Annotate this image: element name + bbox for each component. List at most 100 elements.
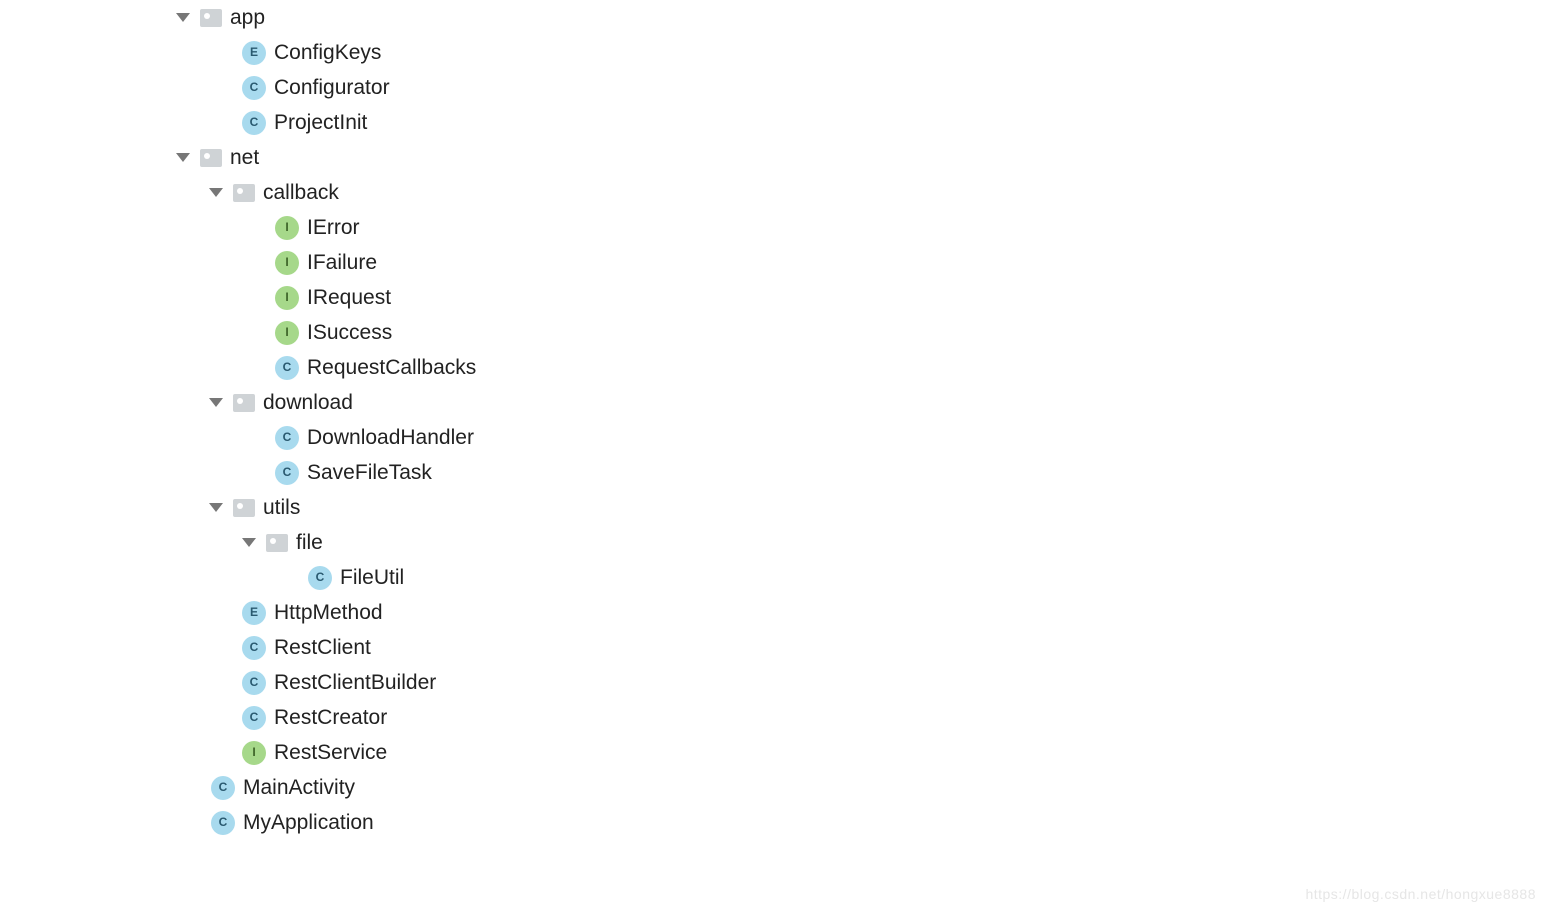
- tree-indent: [176, 682, 209, 683]
- interface-icon: I: [275, 321, 299, 345]
- tree-row[interactable]: C Configurator: [176, 70, 1542, 105]
- tree-row[interactable]: C MainActivity: [176, 770, 1542, 805]
- package-folder-icon: [233, 184, 255, 202]
- tree-indent: [176, 612, 209, 613]
- tree-row[interactable]: E ConfigKeys: [176, 35, 1542, 70]
- tree-indent: [176, 332, 242, 333]
- tree-item-label: IError: [307, 210, 360, 245]
- interface-icon: I: [275, 216, 299, 240]
- tree-row[interactable]: C SaveFileTask: [176, 455, 1542, 490]
- tree-row[interactable]: file: [176, 525, 1542, 560]
- package-folder-icon: [266, 534, 288, 552]
- class-icon: C: [242, 111, 266, 135]
- tree-item-label: RequestCallbacks: [307, 350, 476, 385]
- tree-item-label: IRequest: [307, 280, 391, 315]
- tree-item-label: MyApplication: [243, 805, 374, 840]
- tree-item-label: ConfigKeys: [274, 35, 381, 70]
- tree-item-label: ProjectInit: [274, 105, 367, 140]
- tree-item-label: RestClient: [274, 630, 371, 665]
- class-icon: C: [242, 671, 266, 695]
- tree-item-label: IFailure: [307, 245, 377, 280]
- interface-icon: I: [275, 251, 299, 275]
- class-icon: C: [211, 776, 235, 800]
- tree-item-label: net: [230, 140, 259, 175]
- tree-row[interactable]: C RestClient: [176, 630, 1542, 665]
- class-icon: C: [242, 636, 266, 660]
- tree-item-label: app: [230, 0, 265, 35]
- package-folder-icon: [200, 9, 222, 27]
- tree-row[interactable]: I IError: [176, 210, 1542, 245]
- tree-item-label: ISuccess: [307, 315, 392, 350]
- tree-item-label: MainActivity: [243, 770, 355, 805]
- class-icon: C: [242, 706, 266, 730]
- tree-item-label: DownloadHandler: [307, 420, 474, 455]
- tree-indent: [176, 402, 209, 403]
- project-tree: app E ConfigKeys C Configurator C ProjectInit n…: [0, 0, 1542, 840]
- tree-row[interactable]: I IRequest: [176, 280, 1542, 315]
- tree-item-label: download: [263, 385, 353, 420]
- tree-item-label: SaveFileTask: [307, 455, 432, 490]
- class-icon: C: [242, 76, 266, 100]
- tree-indent: [176, 192, 209, 193]
- tree-indent: [176, 647, 209, 648]
- class-icon: C: [275, 461, 299, 485]
- tree-item-label: RestService: [274, 735, 387, 770]
- tree-row[interactable]: C FileUtil: [176, 560, 1542, 595]
- tree-indent: [176, 752, 209, 753]
- tree-item-label: Configurator: [274, 70, 390, 105]
- tree-indent: [176, 227, 242, 228]
- chevron-down-icon[interactable]: [209, 188, 223, 197]
- tree-item-label: FileUtil: [340, 560, 404, 595]
- tree-item-label: file: [296, 525, 323, 560]
- class-icon: C: [275, 426, 299, 450]
- tree-row[interactable]: callback: [176, 175, 1542, 210]
- tree-row[interactable]: net: [176, 140, 1542, 175]
- package-folder-icon: [233, 394, 255, 412]
- tree-row[interactable]: C RestCreator: [176, 700, 1542, 735]
- tree-item-label: callback: [263, 175, 339, 210]
- tree-indent: [176, 437, 242, 438]
- tree-item-label: utils: [263, 490, 300, 525]
- chevron-down-icon[interactable]: [242, 538, 256, 547]
- tree-item-label: RestCreator: [274, 700, 387, 735]
- tree-indent: [176, 542, 242, 543]
- interface-icon: I: [275, 286, 299, 310]
- tree-indent: [176, 52, 209, 53]
- tree-indent: [176, 87, 209, 88]
- tree-indent: [176, 297, 242, 298]
- tree-row[interactable]: app: [176, 0, 1542, 35]
- tree-row[interactable]: I IFailure: [176, 245, 1542, 280]
- tree-indent: [176, 717, 209, 718]
- chevron-down-icon[interactable]: [176, 153, 190, 162]
- chevron-down-icon[interactable]: [176, 13, 190, 22]
- tree-row[interactable]: C RestClientBuilder: [176, 665, 1542, 700]
- tree-indent: [176, 367, 242, 368]
- tree-row[interactable]: E HttpMethod: [176, 595, 1542, 630]
- watermark-text: https://blog.csdn.net/hongxue8888: [1305, 883, 1536, 906]
- tree-row[interactable]: download: [176, 385, 1542, 420]
- enum-icon: E: [242, 601, 266, 625]
- tree-row[interactable]: C MyApplication: [176, 805, 1542, 840]
- class-icon: C: [211, 811, 235, 835]
- class-icon: C: [275, 356, 299, 380]
- tree-row[interactable]: utils: [176, 490, 1542, 525]
- tree-row[interactable]: I ISuccess: [176, 315, 1542, 350]
- class-icon: C: [308, 566, 332, 590]
- tree-indent: [176, 577, 275, 578]
- tree-item-label: HttpMethod: [274, 595, 383, 630]
- tree-row[interactable]: C ProjectInit: [176, 105, 1542, 140]
- tree-row[interactable]: C RequestCallbacks: [176, 350, 1542, 385]
- package-folder-icon: [233, 499, 255, 517]
- enum-icon: E: [242, 41, 266, 65]
- chevron-down-icon[interactable]: [209, 398, 223, 407]
- tree-indent: [176, 262, 242, 263]
- tree-row[interactable]: I RestService: [176, 735, 1542, 770]
- tree-indent: [176, 507, 209, 508]
- chevron-down-icon[interactable]: [209, 503, 223, 512]
- tree-indent: [176, 472, 242, 473]
- interface-icon: I: [242, 741, 266, 765]
- tree-item-label: RestClientBuilder: [274, 665, 436, 700]
- package-folder-icon: [200, 149, 222, 167]
- tree-row[interactable]: C DownloadHandler: [176, 420, 1542, 455]
- tree-indent: [176, 122, 209, 123]
